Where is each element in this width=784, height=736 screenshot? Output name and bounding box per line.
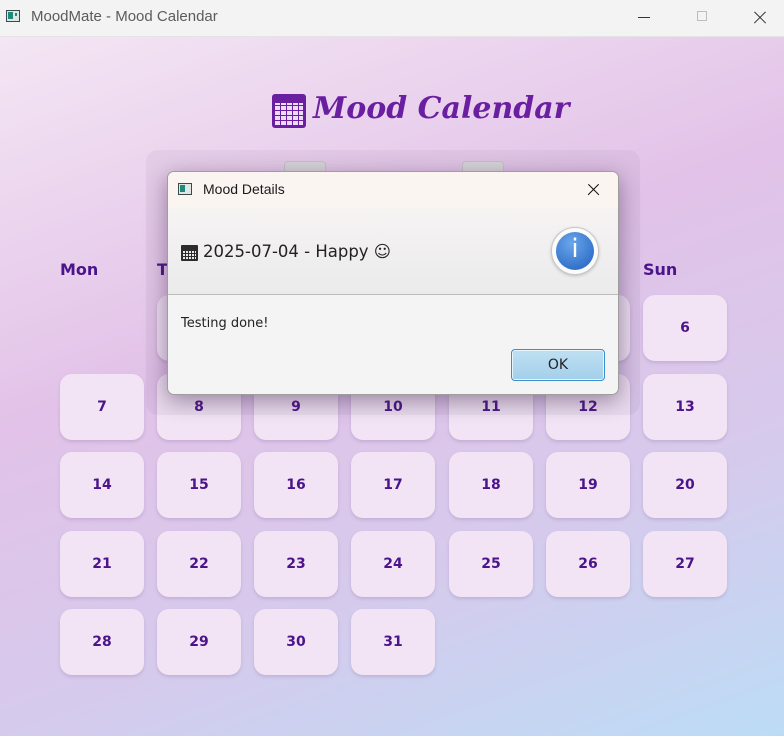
page-title: Mood Calendar <box>313 91 570 126</box>
dialog-message: Testing done! <box>181 316 269 331</box>
weekday-sun: Sun <box>643 260 678 279</box>
window-titlebar: MoodMate - Mood Calendar <box>0 0 784 37</box>
dialog-close-icon[interactable] <box>584 180 604 200</box>
day-cell[interactable]: 7 <box>60 374 144 440</box>
day-cell[interactable]: 23 <box>254 531 338 597</box>
mood-details-dialog: Mood Details 2025-07-04 - Happy ☺ i Test… <box>167 171 619 395</box>
calendar-small-icon <box>181 245 198 261</box>
dialog-title: Mood Details <box>203 181 285 197</box>
dialog-titlebar: Mood Details <box>168 172 618 208</box>
day-cell[interactable]: 19 <box>546 452 630 518</box>
day-cell[interactable]: 29 <box>157 609 241 675</box>
app-icon <box>6 10 20 22</box>
day-cell[interactable]: 14 <box>60 452 144 518</box>
maximize-button[interactable] <box>673 0 731 36</box>
minimize-button[interactable] <box>615 0 673 36</box>
info-icon: i <box>551 227 599 275</box>
day-cell[interactable]: 18 <box>449 452 533 518</box>
day-cell[interactable]: 24 <box>351 531 435 597</box>
day-cell[interactable]: 26 <box>546 531 630 597</box>
calendar-icon <box>272 94 306 128</box>
day-cell[interactable]: 22 <box>157 531 241 597</box>
day-cell[interactable]: 25 <box>449 531 533 597</box>
ok-button[interactable]: OK <box>511 349 605 381</box>
day-cell[interactable]: 17 <box>351 452 435 518</box>
day-cell[interactable]: 13 <box>643 374 727 440</box>
day-cell[interactable]: 6 <box>643 295 727 361</box>
window-title: MoodMate - Mood Calendar <box>31 8 218 25</box>
weekday-mon: Mon <box>60 260 99 279</box>
dialog-header-text: 2025-07-04 - Happy ☺ <box>203 242 392 261</box>
day-cell[interactable]: 30 <box>254 609 338 675</box>
dialog-app-icon <box>178 183 192 195</box>
day-cell[interactable]: 20 <box>643 452 727 518</box>
close-window-button[interactable] <box>731 0 784 36</box>
day-cell[interactable]: 28 <box>60 609 144 675</box>
day-cell[interactable]: 21 <box>60 531 144 597</box>
day-cell[interactable]: 15 <box>157 452 241 518</box>
day-cell[interactable]: 16 <box>254 452 338 518</box>
dialog-header: 2025-07-04 - Happy ☺ i <box>168 208 618 295</box>
day-cell[interactable]: 31 <box>351 609 435 675</box>
day-cell[interactable]: 27 <box>643 531 727 597</box>
info-glyph: i <box>571 234 579 264</box>
